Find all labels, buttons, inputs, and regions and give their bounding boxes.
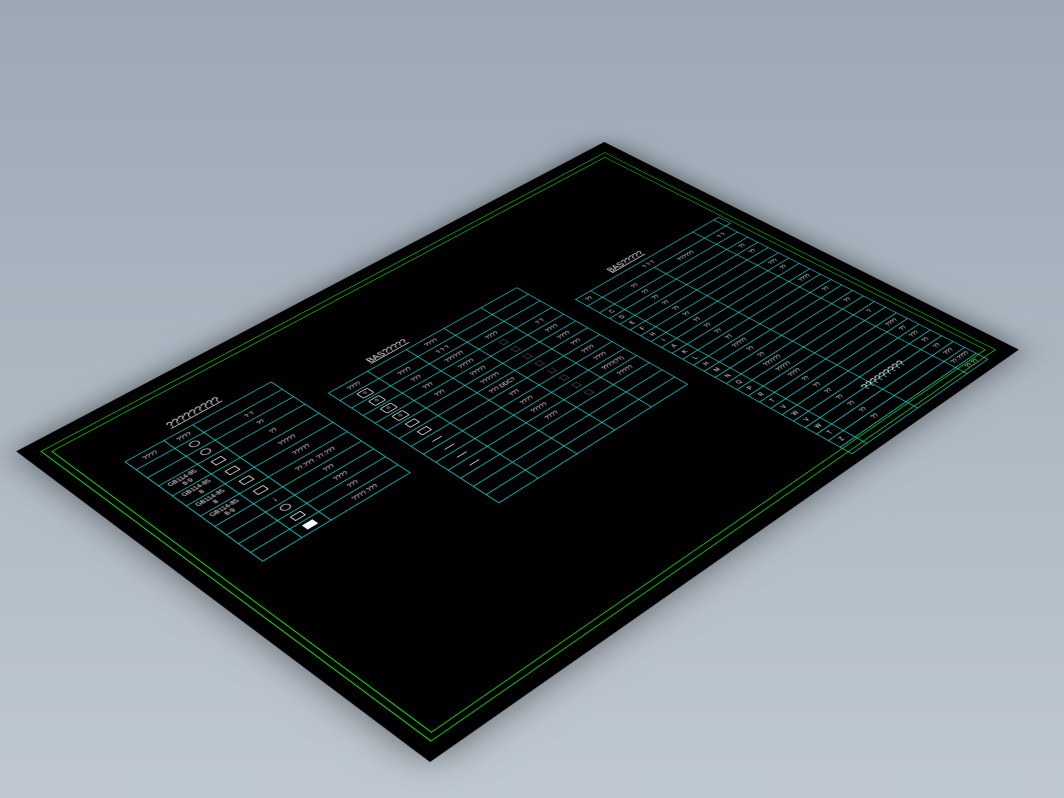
- table-header: ????: [125, 441, 175, 470]
- table-row: ????.???: [251, 465, 410, 562]
- figure-symbol-icon: ⬚: [582, 388, 595, 396]
- drawing-content: ????????? ???????? ? ???GB114-858-9??GB1…: [70, 165, 968, 717]
- cad-drawing-sheet[interactable]: ????????? ???????? ? ???GB114-858-9??GB1…: [16, 142, 1019, 762]
- table-cell: [238, 520, 289, 552]
- table-cell: GB114-858-9: [159, 464, 212, 496]
- table-cell: [513, 438, 564, 470]
- circle-symbol-icon: [187, 439, 202, 448]
- table-row: GB114-858?????: [186, 422, 347, 516]
- table-cell: [526, 446, 577, 478]
- figure-symbol-icon: ⬚: [557, 374, 570, 382]
- table-cell: [539, 407, 590, 438]
- table-cell: [387, 408, 438, 439]
- table-row: GB114-858-9??: [159, 404, 319, 496]
- table-cell: ?????: [240, 413, 333, 467]
- table-cell: T: [817, 424, 843, 440]
- table-cell: GB114-858: [186, 484, 239, 516]
- line-symbol-icon: [444, 443, 454, 449]
- figure-symbol-icon: ⬚: [533, 359, 546, 367]
- table-cell: [564, 422, 615, 454]
- table-row: ????: [226, 449, 385, 544]
- badge-symbol-icon: ⊙: [368, 395, 386, 406]
- table-cell: [486, 470, 538, 503]
- rect-symbol-icon: [252, 485, 268, 495]
- table-cell: [463, 408, 514, 439]
- table-cell: [226, 512, 277, 544]
- box-symbol-icon: [302, 519, 318, 529]
- table-cell: [473, 462, 525, 495]
- rect-symbol-icon: [238, 475, 254, 485]
- figure-symbol-icon: ⬚: [509, 345, 522, 353]
- table-cell: ????: [526, 400, 577, 431]
- table-cell: ??: [226, 404, 318, 457]
- table-cell: [239, 477, 282, 504]
- table-cell: [602, 399, 651, 429]
- table-cell: ????.???: [319, 465, 410, 520]
- table-row: ???: [238, 457, 397, 553]
- table-cell: [225, 467, 268, 493]
- badge-symbol-icon: ⊙: [380, 402, 398, 413]
- figure-symbol-icon: ⬚: [570, 381, 583, 389]
- table-cell: [211, 458, 254, 484]
- table-cell: ????: [295, 449, 386, 503]
- rect-symbol-icon: [224, 465, 240, 475]
- table-cell: ⊙: [375, 400, 426, 430]
- table-cell: [461, 454, 513, 486]
- viewport-3d: ????????? ???????? ? ???GB114-858-9??GB1…: [0, 0, 1064, 798]
- table-cell: [411, 423, 463, 454]
- table-cell: ??.???. ??.???: [268, 432, 361, 487]
- table-cell: GB114-858: [172, 474, 225, 506]
- table-cell: ???: [283, 441, 374, 495]
- table-cell: [436, 438, 488, 470]
- table-row: GB114-858-9??.???. ??.???: [200, 432, 361, 527]
- table-header: ????: [164, 425, 204, 449]
- figure-symbol-icon: ⬚: [545, 366, 558, 374]
- table-cell: [423, 431, 475, 463]
- figure-symbol-icon: ⬚: [497, 338, 510, 345]
- table-row: GB114-858?????: [172, 413, 333, 506]
- table-cell: V: [771, 399, 797, 415]
- table-cell: W: [805, 418, 831, 434]
- line-symbol-icon: [457, 451, 467, 457]
- line-symbol-icon: [469, 459, 479, 465]
- arrow-symbol-icon: ↓: [269, 496, 280, 503]
- table-cell: [488, 423, 539, 454]
- rect-symbol-icon: [405, 418, 420, 427]
- figure-symbol-icon: ⬚: [521, 352, 534, 360]
- table-cell: [448, 446, 500, 478]
- badge-symbol-icon: ⊙: [392, 410, 411, 421]
- table-cell: [551, 415, 602, 446]
- table-cell: [500, 430, 551, 462]
- table-cell: [475, 415, 526, 446]
- table-cell: [251, 529, 302, 561]
- table-row: ↓???: [215, 441, 374, 535]
- table-cell: ?????: [254, 422, 347, 477]
